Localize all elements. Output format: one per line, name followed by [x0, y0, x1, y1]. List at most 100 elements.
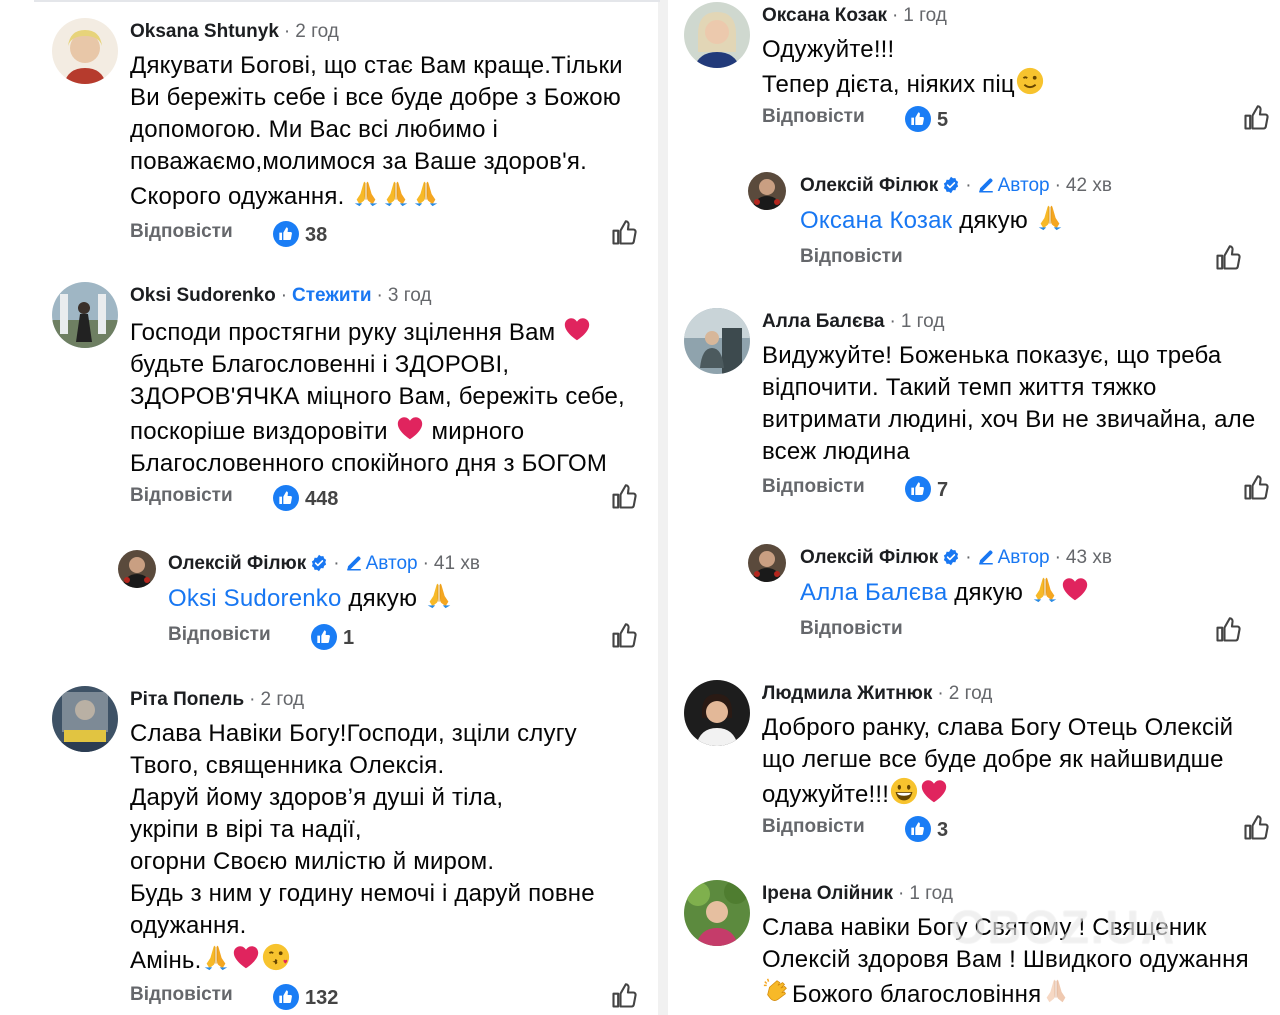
pray-emoji: [411, 178, 441, 208]
comment-text: Одужуйте!!! Тепер дієта, ніяких піц: [762, 34, 1272, 101]
pray-emoji: [1041, 976, 1071, 1006]
mention-link[interactable]: Алла Балєва: [800, 579, 947, 606]
like-button-icon[interactable]: [1242, 474, 1270, 502]
like-icon: [273, 485, 299, 511]
comment-text: Господи простягни руку зцілення Вам будь…: [130, 314, 650, 480]
like-icon: [273, 984, 299, 1010]
author-pen-icon: [977, 176, 995, 194]
mention-link[interactable]: Oksi Sudorenko: [168, 585, 342, 612]
like-button-icon[interactable]: [610, 219, 638, 247]
comment-actions: Відповісти 5: [762, 106, 1272, 136]
author-label: Автор: [997, 547, 1050, 568]
reply-button[interactable]: Відповісти: [762, 476, 865, 497]
comment-text: Дякувати Богові, що стає Вам краще.Тільк…: [130, 52, 623, 210]
timestamp[interactable]: 2 год: [295, 21, 339, 42]
author-name[interactable]: Oksana Shtunyk: [130, 21, 279, 42]
author-name[interactable]: Алла Балєва: [762, 311, 885, 332]
like-button-icon[interactable]: [1214, 244, 1242, 272]
author-label: Автор: [365, 553, 418, 574]
reply-button[interactable]: Відповісти: [130, 984, 233, 1005]
like-count[interactable]: 448: [273, 485, 338, 511]
avatar[interactable]: [52, 282, 118, 348]
like-button-icon[interactable]: [1242, 814, 1270, 842]
reply-button[interactable]: Відповісти: [800, 246, 903, 267]
like-button-icon[interactable]: [1214, 616, 1242, 644]
like-count[interactable]: 132: [273, 984, 338, 1010]
watermark: OBOZ.UA: [950, 901, 1177, 953]
heart-emoji: [1060, 574, 1090, 604]
heart-emoji: [919, 776, 949, 806]
timestamp[interactable]: 1 год: [901, 311, 945, 332]
avatar[interactable]: [118, 550, 156, 588]
author-name[interactable]: Ірена Олійник: [762, 883, 893, 904]
author-name[interactable]: Людмила Житнюк: [762, 683, 932, 704]
like-count[interactable]: 1: [311, 624, 354, 650]
timestamp[interactable]: 2 год: [261, 689, 305, 710]
comment-text: Оксана Козак дякую: [800, 202, 1270, 237]
pray-emoji: [424, 580, 454, 610]
timestamp[interactable]: 2 год: [949, 683, 993, 704]
avatar[interactable]: [684, 680, 750, 746]
avatar[interactable]: [684, 308, 750, 374]
like-button-icon[interactable]: [610, 982, 638, 1010]
reply-button[interactable]: Відповісти: [130, 221, 233, 242]
comment-actions: Відповісти 1: [168, 624, 648, 654]
like-count[interactable]: 38: [273, 221, 327, 247]
avatar[interactable]: [52, 18, 118, 84]
author-name[interactable]: Олексій Філюк: [800, 547, 938, 568]
clapping-hands-emoji: [762, 976, 792, 1006]
author-name[interactable]: Олексій Філюк: [168, 553, 306, 574]
author-name[interactable]: Олексій Філюк: [800, 175, 938, 196]
avatar[interactable]: [52, 686, 118, 752]
follow-button[interactable]: Стежити: [292, 285, 371, 306]
like-count[interactable]: 5: [905, 106, 948, 132]
comment-header: Олексій Філюк · Автор · 42 хв: [800, 175, 1112, 196]
timestamp[interactable]: 3 год: [388, 285, 432, 306]
like-button-icon[interactable]: [1242, 104, 1270, 132]
timestamp[interactable]: 41 хв: [434, 553, 480, 574]
verified-badge-icon: [310, 554, 328, 572]
mention-link[interactable]: Оксана Козак: [800, 207, 952, 234]
avatar[interactable]: [748, 544, 786, 582]
right-comments-column: Оксана Козак · 1 год Одужуйте!!! Тепер діє…: [668, 0, 1280, 1015]
timestamp[interactable]: 42 хв: [1066, 175, 1112, 196]
column-divider: [658, 0, 668, 1015]
timestamp[interactable]: 1 год: [909, 883, 953, 904]
comment-actions: Відповісти 38: [130, 221, 650, 251]
comment-header: Ріта Попель · 2 год: [130, 689, 305, 710]
like-count[interactable]: 7: [905, 476, 948, 502]
comment-actions: Відповісти: [800, 618, 1270, 648]
timestamp[interactable]: 1 год: [903, 5, 947, 26]
reply-button[interactable]: Відповісти: [762, 816, 865, 837]
author-name[interactable]: Оксана Козак: [762, 5, 887, 26]
pray-emoji: [1035, 202, 1065, 232]
like-button-icon[interactable]: [610, 622, 638, 650]
author-name[interactable]: Oksi Sudorenko: [130, 285, 276, 306]
pray-emoji: [1030, 574, 1060, 604]
like-icon: [311, 624, 337, 650]
comment-header: Людмила Житнюк · 2 год: [762, 683, 993, 704]
like-icon: [905, 816, 931, 842]
avatar[interactable]: [684, 2, 750, 68]
reply-button[interactable]: Відповісти: [130, 485, 233, 506]
grin-emoji: [889, 776, 919, 806]
author-name[interactable]: Ріта Попель: [130, 689, 244, 710]
like-count[interactable]: 3: [905, 816, 948, 842]
timestamp[interactable]: 43 хв: [1066, 547, 1112, 568]
like-icon: [273, 221, 299, 247]
comment-actions: Відповісти 3: [762, 816, 1272, 846]
comment-text: Доброго ранку, слава Богу Отець Олексій …: [762, 714, 1234, 808]
pray-emoji: [381, 178, 411, 208]
comment-actions: Відповісти 448: [130, 485, 650, 515]
like-button-icon[interactable]: [610, 483, 638, 511]
avatar[interactable]: [684, 880, 750, 946]
heart-emoji: [562, 314, 592, 344]
reply-button[interactable]: Відповісти: [168, 624, 271, 645]
comment-actions: Відповісти 132: [130, 984, 650, 1014]
comment-header: Oksana Shtunyk · 2 год: [130, 21, 339, 42]
reply-button[interactable]: Відповісти: [762, 106, 865, 127]
comment-header: Алла Балєва · 1 год: [762, 311, 945, 332]
avatar[interactable]: [748, 172, 786, 210]
reply-button[interactable]: Відповісти: [800, 618, 903, 639]
comment-header: Олексій Філюк · Автор · 43 хв: [800, 547, 1112, 568]
